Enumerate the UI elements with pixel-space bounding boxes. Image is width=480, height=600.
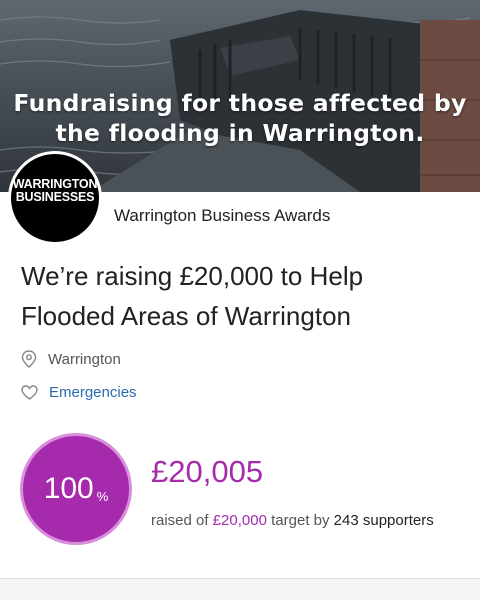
- category-row[interactable]: Emergencies: [21, 384, 137, 401]
- hero-line-2: the flooding in Warrington.: [55, 119, 425, 147]
- supporters-count: 243 supporters: [333, 512, 434, 529]
- target-amount: £20,000: [212, 512, 267, 529]
- percent-value: 100: [43, 472, 94, 505]
- heart-icon: [21, 385, 38, 400]
- raised-amount: £20,005: [151, 454, 264, 489]
- category-link[interactable]: Emergencies: [49, 384, 137, 401]
- location-text: Warrington: [48, 350, 121, 368]
- progress-percent-badge: 100 %: [20, 433, 132, 545]
- raised-of-text: raised of: [151, 512, 209, 529]
- hero-line-1: Fundraising for those affected by: [13, 89, 467, 117]
- organisation-logo[interactable]: WARRINGTON BUSINESSES: [8, 151, 102, 245]
- map-pin-icon: [21, 350, 37, 368]
- percent-sign: %: [96, 488, 109, 504]
- raised-summary: raised of £20,000 target by 243 supporte…: [151, 512, 434, 529]
- logo-line-2: BUSINESSES: [15, 190, 95, 204]
- page-title: We’re raising £20,000 to Help Flooded Ar…: [21, 261, 364, 331]
- bottom-bar: [0, 578, 480, 600]
- location-row: Warrington: [21, 350, 121, 368]
- hero-headline: Fundraising for those affected by the fl…: [0, 88, 480, 148]
- organisation-name-link[interactable]: Warrington Business Awards: [114, 206, 330, 226]
- target-by-text: target by: [271, 512, 330, 529]
